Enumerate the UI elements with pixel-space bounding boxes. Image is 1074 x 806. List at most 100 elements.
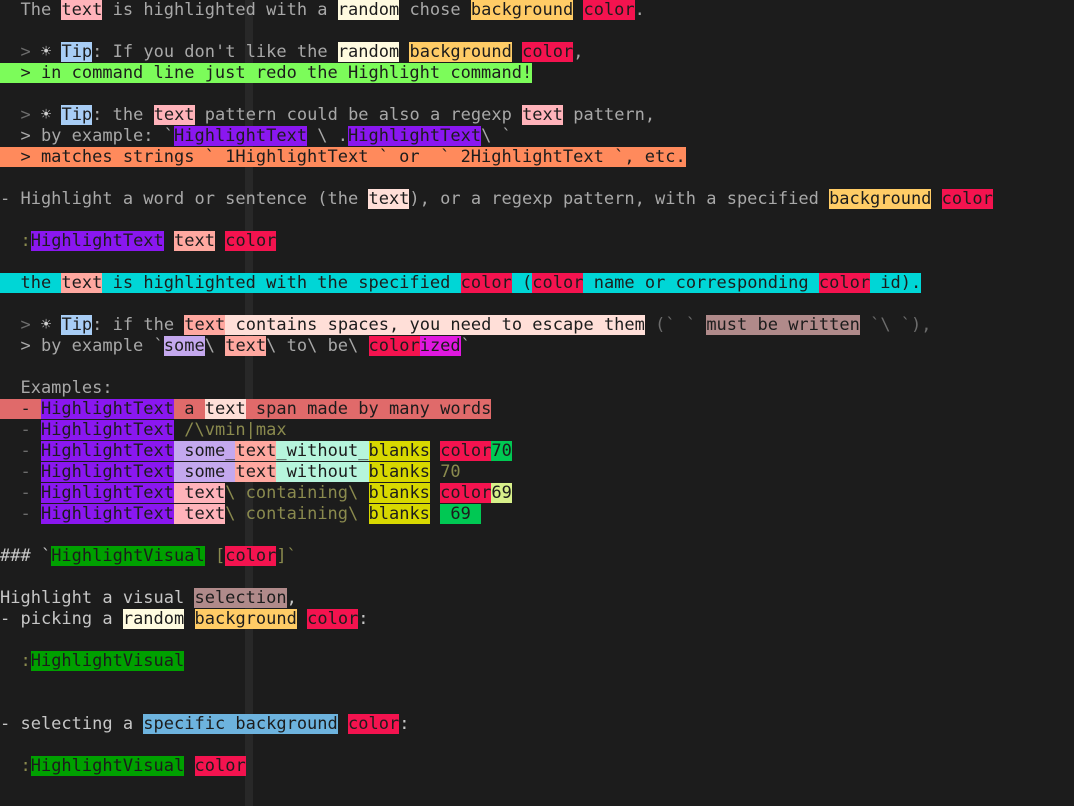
terminal-line[interactable]: > by example: `HighlightText \ .Highligh… (0, 126, 1074, 147)
text-span: HighlightVisual (30, 651, 185, 671)
text-span: Tip (61, 42, 93, 62)
text-span: text (235, 462, 277, 482)
terminal-line[interactable]: - Highlight a word or sentence (the text… (0, 189, 1074, 210)
terminal-line[interactable]: > matches strings ` 1HighlightText ` or … (0, 147, 1074, 168)
text-span: \ containing\ (225, 483, 369, 503)
text-span: HighlightText (40, 420, 175, 440)
text-span: HighlightText (40, 399, 175, 419)
text-span: pattern, (563, 105, 656, 125)
terminal-line[interactable]: Highlight a visual selection, (0, 588, 1074, 609)
terminal-line[interactable] (0, 252, 1074, 273)
text-span: color (368, 336, 420, 356)
text-span: HighlightText (40, 441, 175, 461)
text-span: HighlightText (40, 504, 175, 524)
text-span: HighlightText (40, 483, 175, 503)
terminal-line[interactable]: - HighlightText /\vmin|max (0, 420, 1074, 441)
text-span: - selecting a (0, 714, 144, 734)
text-span: : (358, 609, 369, 629)
text-span (51, 315, 61, 335)
terminal-line[interactable]: The text is highlighted with a random ch… (0, 0, 1074, 21)
text-span: 69 (491, 483, 512, 503)
text-span (297, 609, 307, 629)
terminal-line[interactable] (0, 672, 1074, 693)
terminal-line[interactable]: - HighlightText text\ containing\ blanks… (0, 504, 1074, 525)
terminal-line[interactable]: - HighlightText a text span made by many… (0, 399, 1074, 420)
text-span: Examples: (0, 378, 113, 398)
text-span: text (235, 441, 277, 461)
terminal-line[interactable]: ### `HighlightVisual [color]` (0, 546, 1074, 567)
text-span: background (470, 0, 574, 20)
terminal-line[interactable]: :HighlightVisual color (0, 756, 1074, 777)
text-span: color (440, 441, 492, 461)
text-span: [ (204, 546, 226, 566)
text-span: text (204, 399, 246, 419)
terminal-screen[interactable]: The text is highlighted with a random ch… (0, 0, 1074, 798)
text-span: HighlightText (348, 126, 482, 146)
terminal-line[interactable]: > in command line just redo the Highligh… (0, 63, 1074, 84)
text-span: is highlighted with the specified (102, 273, 461, 293)
text-span: - (0, 399, 41, 419)
text-span: color (522, 42, 574, 62)
terminal-line[interactable] (0, 525, 1074, 546)
terminal-line[interactable] (0, 693, 1074, 714)
text-span (430, 441, 440, 461)
text-span: text (153, 105, 195, 125)
terminal-line[interactable]: > ☀ Tip: the text pattern could be also … (0, 105, 1074, 126)
terminal-line[interactable] (0, 168, 1074, 189)
terminal-line[interactable]: :HighlightVisual (0, 651, 1074, 672)
text-span: background (409, 42, 512, 62)
text-span: : If you don't like the (92, 42, 338, 62)
text-span: /\vmin|max (174, 420, 287, 440)
text-span: : the (92, 105, 154, 125)
terminal-line[interactable] (0, 735, 1074, 756)
text-span (399, 42, 409, 62)
terminal-line[interactable]: the text is highlighted with the specifi… (0, 273, 1074, 294)
text-span: text (61, 0, 103, 20)
text-span: background (194, 609, 297, 629)
terminal-line[interactable] (0, 84, 1074, 105)
terminal-line[interactable]: :HighlightText text color (0, 231, 1074, 252)
terminal-line[interactable]: > ☀ Tip: If you don't like the random ba… (0, 42, 1074, 63)
terminal-line[interactable]: > ☀ Tip: if the text contains spaces, yo… (0, 315, 1074, 336)
terminal-line[interactable] (0, 630, 1074, 651)
terminal-line[interactable]: Examples: (0, 378, 1074, 399)
terminal-line[interactable] (0, 567, 1074, 588)
text-span (338, 714, 348, 734)
terminal-line[interactable] (0, 21, 1074, 42)
text-span: text (61, 273, 103, 293)
terminal-line[interactable]: - selecting a specific background color: (0, 714, 1074, 735)
text-span: color (460, 273, 512, 293)
text-span: blanks (368, 462, 430, 482)
text-span: pattern could be also a regexp (194, 105, 523, 125)
text-span: background (829, 189, 932, 209)
text-span: Tip (61, 105, 93, 125)
terminal-line[interactable] (0, 294, 1074, 315)
text-span: a (174, 399, 205, 419)
text-span: : (399, 714, 410, 734)
text-span: : (0, 756, 31, 776)
text-span (931, 189, 941, 209)
terminal-line[interactable] (0, 777, 1074, 798)
lightbulb-icon: ☀ (40, 315, 52, 335)
text-span: - Highlight a word or sentence (the (0, 189, 369, 209)
text-span (51, 105, 61, 125)
terminal-line[interactable]: > by example `some\ text\ to\ be\ colori… (0, 336, 1074, 357)
terminal-line[interactable]: - picking a random background color: (0, 609, 1074, 630)
text-span: `\ `), (859, 315, 932, 335)
text-span: ), or a regexp pattern, with a specified (409, 189, 830, 209)
text-span: random (337, 0, 400, 20)
terminal-line[interactable]: - HighlightText some text without blanks… (0, 462, 1074, 483)
text-span: id). (870, 273, 922, 293)
text-span: _without_ (276, 441, 369, 461)
text-span: \ (204, 336, 226, 356)
text-span: HighlightVisual (30, 756, 185, 776)
text-span (215, 231, 225, 251)
text-span: The (0, 0, 62, 20)
text-span: selection (194, 588, 287, 608)
terminal-line[interactable]: - HighlightText some_text_without_blanks… (0, 441, 1074, 462)
text-span: blanks (368, 504, 430, 524)
terminal-line[interactable] (0, 357, 1074, 378)
text-span: _ (225, 441, 236, 461)
terminal-line[interactable] (0, 210, 1074, 231)
terminal-line[interactable]: - HighlightText text\ containing\ blanks… (0, 483, 1074, 504)
